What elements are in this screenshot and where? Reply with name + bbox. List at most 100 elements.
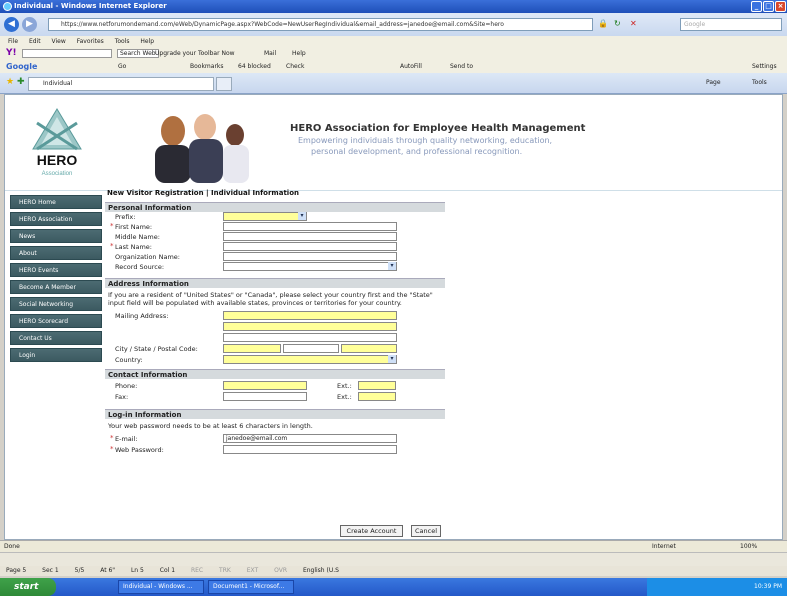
- yahoo-toolbar: Y! Search Web Upgrade your Toolbar Now M…: [0, 47, 787, 60]
- required-marker: *: [110, 222, 114, 230]
- email-field[interactable]: janedoe@email.com: [223, 434, 397, 443]
- site-title: HERO Association for Employee Health Man…: [290, 123, 586, 134]
- last-name-label: Last Name:: [115, 243, 152, 251]
- fax-field[interactable]: [223, 392, 307, 401]
- first-name-field[interactable]: [223, 222, 397, 231]
- phone-ext-label: Ext.:: [337, 382, 352, 390]
- system-tray: 10:39 PM: [647, 578, 787, 596]
- menu-file[interactable]: File: [8, 38, 18, 45]
- registration-form: New Visitor Registration | Individual In…: [105, 189, 445, 456]
- bookmarks-button[interactable]: Bookmarks: [190, 60, 224, 73]
- phone-field[interactable]: [223, 381, 307, 390]
- yahoo-logo-icon: Y!: [6, 48, 17, 58]
- site-header: HERO Association HERO Association for Em…: [5, 95, 782, 191]
- country-select[interactable]: [223, 355, 397, 364]
- add-favorites-icon[interactable]: ✚: [17, 77, 25, 87]
- cancel-button[interactable]: Cancel: [411, 525, 441, 537]
- word-line: Ln 5: [130, 567, 144, 574]
- tab-individual[interactable]: Individual: [28, 77, 214, 91]
- state-field[interactable]: [283, 344, 339, 353]
- fax-ext-field[interactable]: [358, 392, 396, 401]
- sidebar-item-hero-scorecard[interactable]: HERO Scorecard: [10, 314, 102, 328]
- favorites-star-icon[interactable]: ★: [6, 77, 14, 87]
- sidebar-item-about[interactable]: About: [10, 246, 102, 260]
- city-field[interactable]: [223, 344, 281, 353]
- fax-label: Fax:: [115, 393, 129, 401]
- organization-field[interactable]: [223, 252, 397, 261]
- create-account-button[interactable]: Create Account: [340, 525, 403, 537]
- close-button[interactable]: ×: [775, 1, 786, 12]
- sidebar-item-login[interactable]: Login: [10, 348, 102, 362]
- prefix-select[interactable]: [223, 212, 307, 221]
- sidebar-item-hero-home[interactable]: HERO Home: [10, 195, 102, 209]
- yahoo-search-input[interactable]: [22, 49, 112, 58]
- search-web-button[interactable]: Search Web: [117, 49, 159, 58]
- menu-edit[interactable]: Edit: [29, 38, 41, 45]
- last-name-field[interactable]: [223, 242, 397, 251]
- middle-name-field[interactable]: [223, 232, 397, 241]
- menu-favorites[interactable]: Favorites: [77, 38, 104, 45]
- word-column: Col 1: [159, 567, 176, 574]
- back-button[interactable]: ◀: [4, 17, 19, 32]
- status-bar: Done Internet 100%: [0, 540, 787, 552]
- sidebar-item-contact-us[interactable]: Contact Us: [10, 331, 102, 345]
- tools-menu-button[interactable]: Tools: [752, 79, 767, 86]
- menu-help[interactable]: Help: [140, 38, 154, 45]
- web-password-label: Web Password:: [115, 446, 164, 454]
- refresh-icon[interactable]: ↻: [614, 19, 621, 28]
- task-ie-window[interactable]: Individual - Windows ...: [118, 580, 204, 594]
- window-title-bar: Individual - Windows Internet Explorer _…: [0, 0, 787, 13]
- send-to-button[interactable]: Send to: [450, 60, 473, 73]
- task-word-window[interactable]: Document1 - Microsof...: [208, 580, 294, 594]
- word-rec: REC: [190, 567, 204, 574]
- sidebar-item-news[interactable]: News: [10, 229, 102, 243]
- popup-blocked-button[interactable]: 64 blocked: [238, 60, 271, 73]
- word-page: Page 5: [6, 567, 27, 574]
- address-input[interactable]: https://www.netforumondemand.com/eWeb/Dy…: [48, 18, 593, 31]
- mailing-address-line2[interactable]: [223, 322, 397, 331]
- hero-logo-icon: HERO Association: [32, 108, 82, 177]
- page-menu-button[interactable]: Page: [706, 79, 721, 86]
- word-page-count: 5/5: [74, 567, 85, 574]
- minimize-button[interactable]: _: [751, 1, 762, 12]
- email-label: E-mail:: [115, 435, 138, 443]
- prefix-label: Prefix:: [115, 213, 136, 221]
- mailing-address-line3[interactable]: [223, 333, 397, 342]
- menu-bar: File Edit View Favorites Tools Help: [0, 36, 787, 47]
- people-photo: [155, 114, 249, 183]
- sidebar-item-become-a-member[interactable]: Become A Member: [10, 280, 102, 294]
- menu-view[interactable]: View: [52, 38, 66, 45]
- required-marker: *: [110, 242, 114, 250]
- word-language: English (U.S: [302, 567, 339, 574]
- help-button[interactable]: Help: [292, 47, 306, 60]
- check-button[interactable]: Check: [286, 60, 304, 73]
- sidebar-item-hero-association[interactable]: HERO Association: [10, 212, 102, 226]
- settings-button[interactable]: Settings: [752, 60, 777, 73]
- ie-icon: [3, 2, 12, 11]
- maximize-button[interactable]: □: [763, 1, 774, 12]
- phone-ext-field[interactable]: [358, 381, 396, 390]
- mailing-address-line1[interactable]: [223, 311, 397, 320]
- postal-code-field[interactable]: [341, 344, 397, 353]
- search-input[interactable]: Google: [680, 18, 782, 31]
- word-trk: TRK: [219, 567, 231, 574]
- stop-icon[interactable]: ✕: [630, 19, 637, 28]
- start-button[interactable]: start: [0, 578, 56, 596]
- mail-button[interactable]: Mail: [264, 47, 276, 60]
- forward-button[interactable]: ▶: [22, 17, 37, 32]
- web-password-field[interactable]: [223, 445, 397, 454]
- record-source-select[interactable]: [223, 262, 397, 271]
- autofill-button[interactable]: AutoFill: [400, 60, 422, 73]
- go-button[interactable]: Go: [118, 60, 126, 73]
- tab-row: ★ ✚ Individual Page Tools: [0, 73, 787, 94]
- menu-tools[interactable]: Tools: [115, 38, 130, 45]
- record-source-label: Record Source:: [115, 263, 165, 271]
- required-marker: *: [110, 445, 114, 453]
- new-tab-button[interactable]: [216, 77, 232, 91]
- first-name-label: First Name:: [115, 223, 153, 231]
- upgrade-toolbar-link[interactable]: Upgrade your Toolbar Now: [155, 47, 235, 60]
- fax-ext-label: Ext.:: [337, 393, 352, 401]
- sidebar-item-social-networking[interactable]: Social Networking: [10, 297, 102, 311]
- window-title: Individual - Windows Internet Explorer: [14, 2, 167, 10]
- sidebar-item-hero-events[interactable]: HERO Events: [10, 263, 102, 277]
